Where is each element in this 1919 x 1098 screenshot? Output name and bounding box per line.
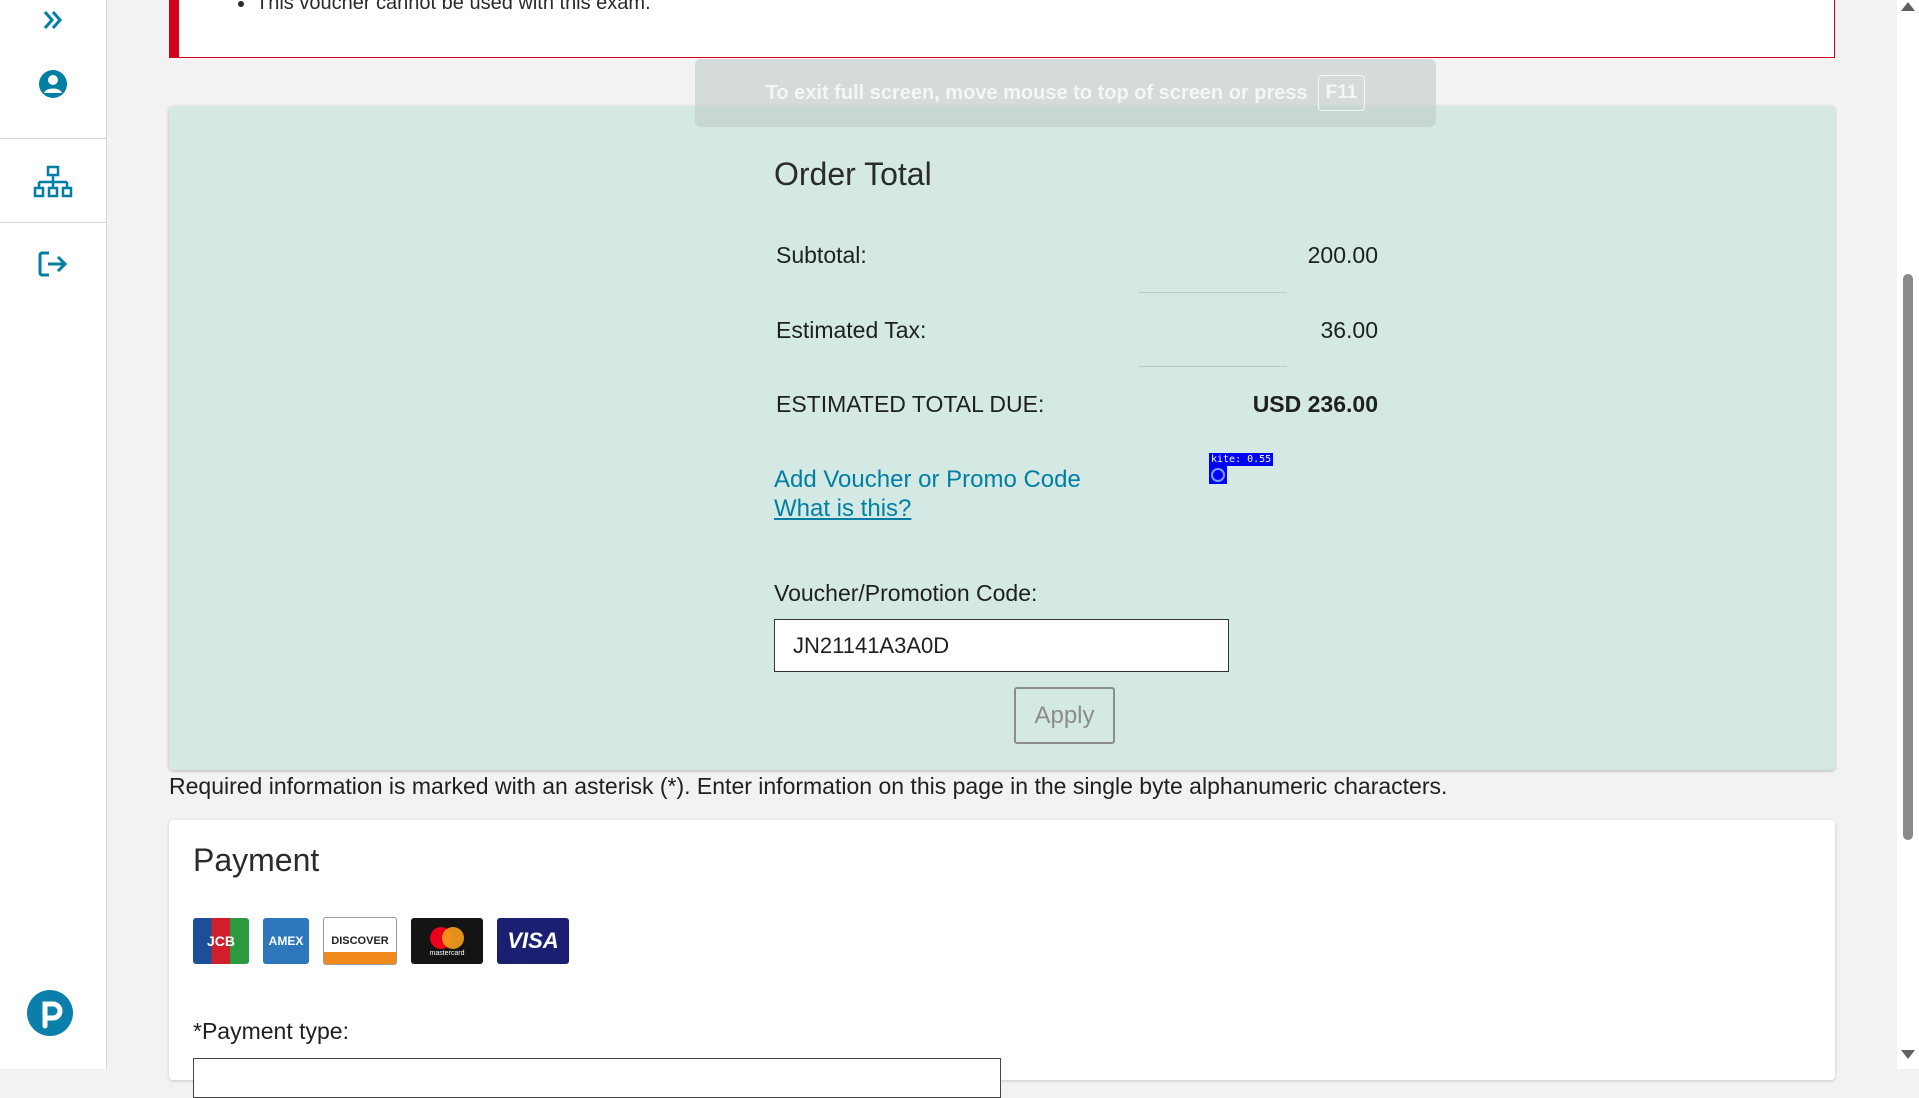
expand-chevrons-icon — [43, 11, 62, 29]
tax-value: 36.00 — [1320, 317, 1378, 343]
payment-title: Payment — [193, 842, 320, 878]
payment-panel: Payment JCB AMEX DISCOVER mastercard VIS… — [169, 820, 1835, 1098]
vertical-scrollbar[interactable] — [1897, 0, 1919, 1069]
expand-sidebar-button[interactable] — [0, 2, 106, 38]
error-message: This voucher cannot be used with this ex… — [256, 0, 651, 17]
kite-detection-label: kite: 0.55 — [1209, 453, 1274, 466]
jcb-card-icon: JCB — [193, 918, 249, 964]
sign-out-icon — [38, 251, 68, 277]
order-total-panel: Order Total Subtotal: 200.00 Estimated T… — [169, 106, 1835, 770]
jcb-card-text: JCB — [206, 933, 235, 949]
mastercard-card-icon: mastercard — [411, 918, 483, 964]
mastercard-circles-icon — [430, 926, 464, 949]
fullscreen-exit-toast: To exit full screen, move mouse to top o… — [695, 59, 1436, 127]
voucher-code-label: Voucher/Promotion Code: — [774, 580, 1038, 606]
what-is-this-link[interactable]: What is this? — [774, 495, 911, 523]
kite-detection-icon — [1209, 466, 1227, 484]
error-list: This voucher cannot be used with this ex… — [179, 0, 651, 17]
total-due-label: ESTIMATED TOTAL DUE: — [776, 391, 1045, 417]
subtotal-label: Subtotal: — [776, 242, 867, 268]
row-separator — [1139, 366, 1287, 367]
subtotal-value: 200.00 — [1307, 242, 1378, 268]
amex-card-text: AMEX — [268, 934, 304, 948]
sitemap-button[interactable] — [0, 160, 106, 204]
sidebar-divider — [0, 222, 106, 223]
apply-voucher-button[interactable]: Apply — [1014, 687, 1115, 744]
scroll-up-arrow-icon[interactable] — [1901, 2, 1915, 11]
sitemap-icon — [33, 165, 73, 198]
row-separator — [1139, 292, 1287, 293]
sidebar — [0, 0, 107, 1069]
scrollbar-thumb[interactable] — [1903, 274, 1913, 840]
voucher-error-alert: This voucher cannot be used with this ex… — [169, 0, 1835, 58]
amex-card-icon: AMEX — [263, 918, 309, 964]
tax-label: Estimated Tax: — [776, 317, 927, 343]
main-content: This voucher cannot be used with this ex… — [107, 0, 1897, 1098]
sidebar-divider — [0, 138, 106, 139]
required-info-note: Required information is marked with an a… — [169, 773, 1448, 799]
pearson-logo-icon[interactable] — [27, 990, 73, 1036]
discover-card-text: DISCOVER — [331, 935, 389, 947]
fullscreen-toast-text: To exit full screen, move mouse to top o… — [765, 81, 1308, 104]
add-voucher-link[interactable]: Add Voucher or Promo Code — [774, 466, 1081, 494]
pearson-p-glyph — [42, 1001, 63, 1029]
fullscreen-toast-key: F11 — [1317, 75, 1366, 111]
payment-type-select[interactable] — [193, 1058, 1001, 1098]
order-total-title: Order Total — [774, 156, 932, 192]
account-button[interactable] — [0, 64, 106, 104]
mastercard-card-text: mastercard — [429, 949, 465, 957]
visa-card-text: VISA — [507, 928, 559, 953]
voucher-code-input[interactable] — [774, 619, 1229, 672]
user-account-icon — [39, 70, 67, 98]
discover-card-icon: DISCOVER — [323, 917, 397, 965]
total-due-value: USD 236.00 — [1252, 391, 1378, 417]
sign-out-button[interactable] — [0, 246, 106, 282]
visa-card-icon: VISA — [497, 918, 569, 964]
accepted-cards: JCB AMEX DISCOVER mastercard VISA — [193, 917, 569, 965]
scroll-down-arrow-icon[interactable] — [1901, 1050, 1915, 1059]
payment-type-label: *Payment type: — [193, 1018, 349, 1044]
